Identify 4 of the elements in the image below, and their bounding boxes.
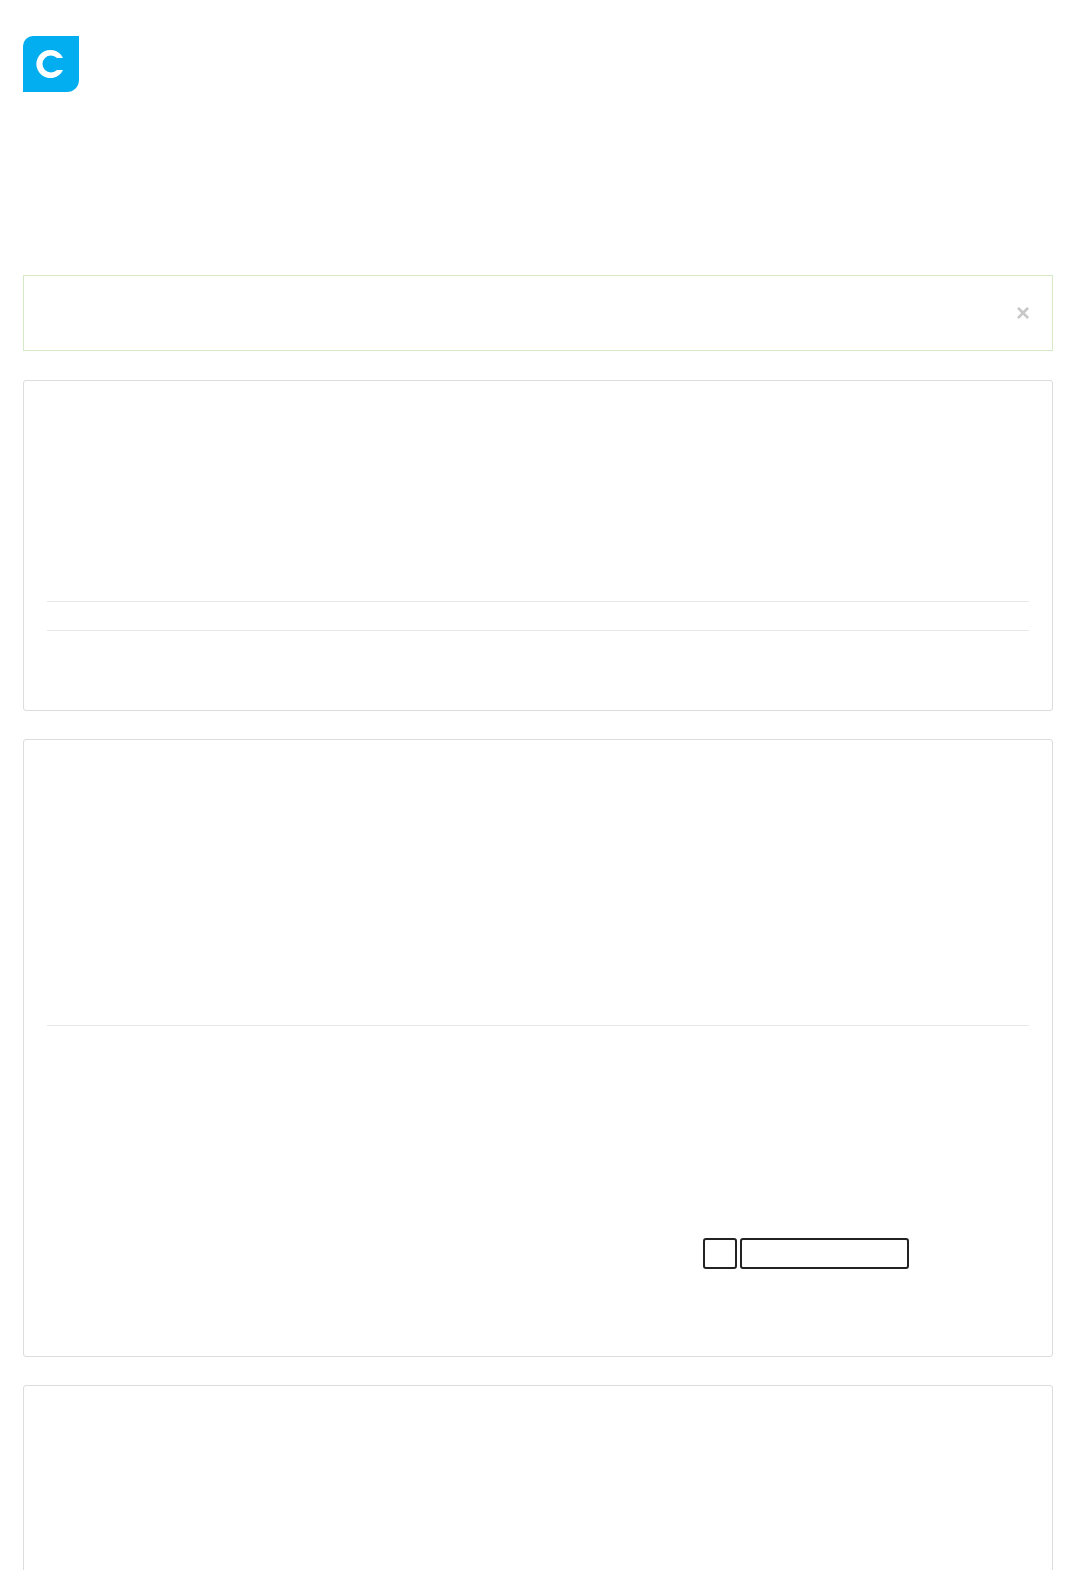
- close-button[interactable]: ×: [1016, 301, 1030, 325]
- input-field[interactable]: [740, 1238, 909, 1269]
- checkbox[interactable]: [703, 1238, 737, 1269]
- logo-icon: [23, 36, 79, 92]
